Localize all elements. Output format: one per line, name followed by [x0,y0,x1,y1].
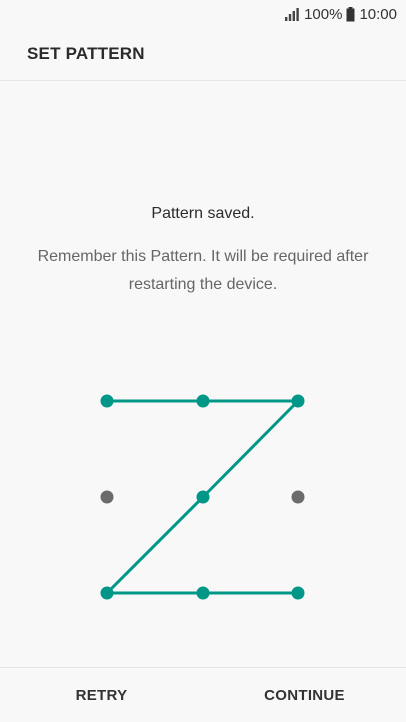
pattern-dot-5[interactable] [196,490,210,504]
pattern-dot-3[interactable] [291,394,305,408]
pattern-dot-1[interactable] [100,394,114,408]
bottom-action-bar: RETRY CONTINUE [0,667,406,722]
pattern-dot-7[interactable] [100,586,114,600]
pattern-dot-4[interactable] [100,490,114,504]
continue-button[interactable]: CONTINUE [203,668,406,722]
pattern-grid[interactable] [0,0,406,721]
pattern-dot-6[interactable] [291,490,305,504]
retry-button[interactable]: RETRY [0,668,203,722]
pattern-dot-8[interactable] [196,586,210,600]
pattern-dot-9[interactable] [291,586,305,600]
pattern-dot-2[interactable] [196,394,210,408]
